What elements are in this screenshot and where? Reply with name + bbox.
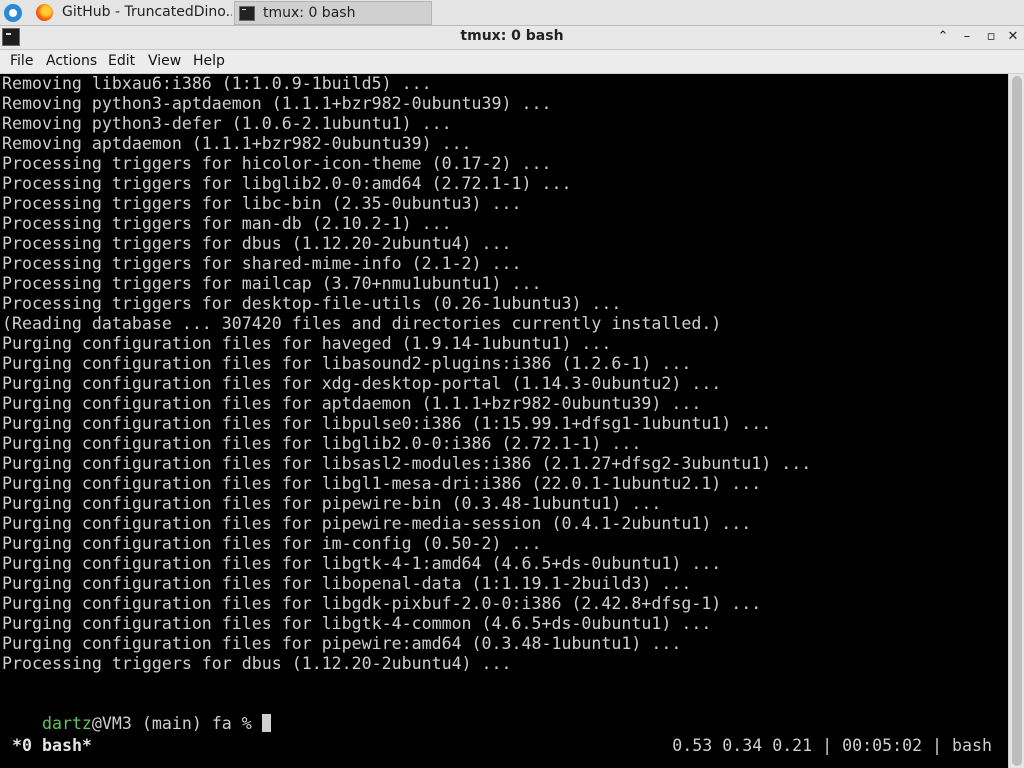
menubar: File Actions Edit View Help xyxy=(0,50,1024,74)
text-cursor xyxy=(261,714,271,732)
terminal-line: Removing python3-defer (1.0.6-2.1ubuntu1… xyxy=(2,114,452,133)
menu-edit[interactable]: Edit xyxy=(108,53,135,69)
menu-view[interactable]: View xyxy=(148,53,181,69)
minimize-button[interactable]: – xyxy=(958,28,976,46)
terminal-line: Removing aptdaemon (1.1.1+bzr982-0ubuntu… xyxy=(2,134,472,153)
terminal-line: Purging configuration files for libopena… xyxy=(2,574,692,593)
terminal-line: Purging configuration files for libglib2… xyxy=(2,434,642,453)
app-menu-icon[interactable] xyxy=(4,4,22,22)
terminal-line: Purging configuration files for aptdaemo… xyxy=(2,394,702,413)
firefox-icon xyxy=(36,4,53,21)
terminal-line: Processing triggers for shared-mime-info… xyxy=(2,254,522,273)
terminal-line: Purging configuration files for im-confi… xyxy=(2,534,542,553)
terminal-line: Purging configuration files for libsasl2… xyxy=(2,454,812,473)
taskbar: GitHub - TruncatedDino... tmux: 0 bash xyxy=(0,0,1024,26)
tmux-window-indicator: *0 bash* xyxy=(12,736,92,755)
prompt-rest: @VM3 (main) fa % xyxy=(91,714,262,733)
terminal-icon xyxy=(239,6,255,21)
terminal-scrollbar[interactable] xyxy=(1008,74,1024,768)
terminal-line: (Reading database ... 307420 files and d… xyxy=(2,314,722,333)
terminal-line: Purging configuration files for pipewire… xyxy=(2,634,682,653)
terminal-line: Purging configuration files for pipewire… xyxy=(2,514,752,533)
prompt-user: dartz xyxy=(41,714,92,733)
task-tmux-terminal[interactable]: tmux: 0 bash xyxy=(234,1,432,25)
terminal-line: Purging configuration files for xdg-desk… xyxy=(2,374,722,393)
shade-button[interactable]: ⌃ xyxy=(934,28,952,46)
terminal-line: Processing triggers for dbus (1.12.20-2u… xyxy=(2,654,512,673)
terminal-line: Purging configuration files for libgl1-m… xyxy=(2,474,762,493)
terminal-line: Processing triggers for dbus (1.12.20-2u… xyxy=(2,234,512,253)
menu-help[interactable]: Help xyxy=(193,53,225,69)
terminal-output[interactable]: Removing libxau6:i386 (1:1.0.9-1build5) … xyxy=(0,74,1008,768)
maximize-button[interactable]: ▫ xyxy=(982,28,1000,46)
window-titlebar[interactable]: tmux: 0 bash ⌃ – ▫ ✕ xyxy=(0,26,1024,50)
terminal-line: Purging configuration files for libasoun… xyxy=(2,354,692,373)
terminal-line: Processing triggers for mailcap (3.70+nm… xyxy=(2,274,542,293)
menu-file[interactable]: File xyxy=(10,53,33,69)
terminal-line: Purging configuration files for haveged … xyxy=(2,334,612,353)
terminal-line: Processing triggers for libc-bin (2.35-0… xyxy=(2,194,522,213)
terminal-line: Removing python3-aptdaemon (1.1.1+bzr982… xyxy=(2,94,552,113)
task-label: GitHub - TruncatedDino... xyxy=(62,4,232,20)
scrollbar-thumb[interactable] xyxy=(1012,76,1022,766)
terminal-line: Processing triggers for libglib2.0-0:amd… xyxy=(2,174,572,193)
terminal-line: Purging configuration files for libgtk-4… xyxy=(2,554,722,573)
terminal-line: Processing triggers for hicolor-icon-the… xyxy=(2,154,552,173)
terminal-line: Processing triggers for man-db (2.10.2-1… xyxy=(2,214,452,233)
terminal-line: Purging configuration files for libgdk-p… xyxy=(2,594,762,613)
tmux-status-right: 0.53 0.34 0.21 | 00:05:02 | bash xyxy=(672,736,992,755)
terminal-line: Processing triggers for desktop-file-uti… xyxy=(2,294,622,313)
close-button[interactable]: ✕ xyxy=(1004,28,1022,46)
window-title: tmux: 0 bash xyxy=(460,28,564,44)
task-github-firefox[interactable]: GitHub - TruncatedDino... xyxy=(32,1,232,25)
terminal-line: Purging configuration files for libgtk-4… xyxy=(2,614,712,633)
terminal-line: Purging configuration files for libpulse… xyxy=(2,414,772,433)
task-label: tmux: 0 bash xyxy=(263,5,356,21)
terminal-line: Removing libxau6:i386 (1:1.0.9-1build5) … xyxy=(2,74,432,93)
menu-actions[interactable]: Actions xyxy=(46,53,97,69)
terminal-line: Purging configuration files for pipewire… xyxy=(2,494,662,513)
